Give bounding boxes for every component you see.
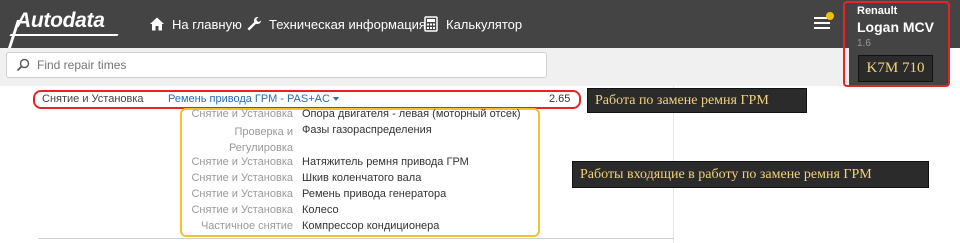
sub-item-name: Колесо (302, 204, 339, 216)
job-time-value: 2.65 (549, 93, 571, 105)
job-link[interactable]: Ремень привода ГРМ - PAS+AC (168, 93, 330, 105)
home-icon (150, 17, 164, 31)
nav-home-label: На главную (172, 16, 242, 32)
sub-item-category: Снятие и Установка (191, 204, 293, 216)
sub-item-name: Фазы газораспределения (302, 124, 432, 136)
sub-item-name: Опора двигателя - левая (моторный отсек) (302, 108, 521, 120)
job-action: Снятие и Установка (42, 93, 144, 105)
nav-technical-info[interactable]: Техническая информация (246, 14, 426, 34)
chevron-down-icon[interactable] (333, 97, 339, 101)
bottom-divider (38, 238, 674, 239)
callout-included-jobs: Работы входящие в работу по замене ремня… (572, 161, 929, 188)
wrench-icon (247, 16, 262, 31)
nav-technical-info-label: Техническая информация (269, 16, 426, 32)
calculator-icon (424, 16, 438, 32)
nav-home[interactable]: На главную (149, 14, 242, 34)
notification-dot (826, 12, 834, 20)
sub-item-category: Снятие и Установка (191, 156, 293, 168)
logo-text: Autodata (16, 9, 105, 32)
sub-item-category: Снятие и Установка (191, 188, 293, 200)
sub-item-name: Компрессор кондиционера (302, 220, 440, 232)
sub-item-category: Снятие и Установка (191, 172, 293, 184)
nav-calculator[interactable]: Калькулятор (423, 14, 522, 34)
sub-item-name: Натяжитель ремня привода ГРМ (302, 156, 469, 168)
nav-calculator-label: Калькулятор (446, 16, 523, 32)
sub-item-category: Проверка и Регулировка (228, 126, 293, 154)
engine-code-label: K7M 710 (858, 55, 933, 82)
sub-item-category: Частичное снятие (200, 220, 293, 232)
vehicle-model: Logan MCV (857, 19, 934, 35)
vehicle-make: Renault (857, 5, 898, 17)
sub-item-name: Ремень привода генератора (302, 188, 447, 200)
search-input[interactable] (6, 52, 547, 78)
logo-underline (9, 34, 119, 36)
sub-item-name: Шкив коленчатого вала (302, 172, 422, 184)
vehicle-engine: 1.6 (857, 38, 871, 49)
sub-item-category: Снятие и Установка (191, 108, 293, 120)
search-icon (16, 58, 30, 72)
callout-main-job: Работа по замене ремня ГРМ (587, 88, 807, 113)
